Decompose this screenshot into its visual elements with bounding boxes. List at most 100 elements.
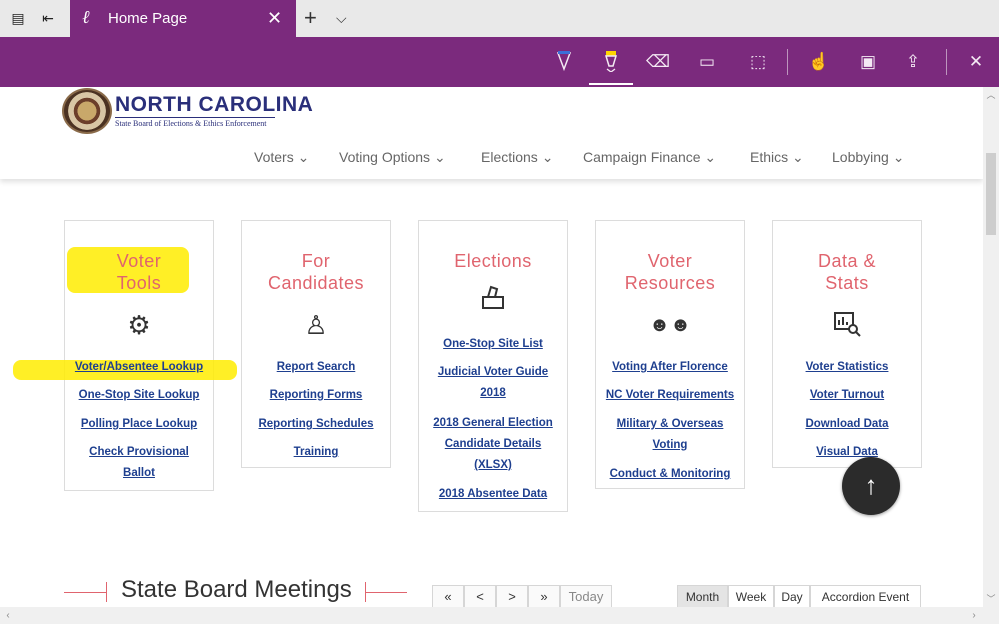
link-polling-place-lookup[interactable]: Polling Place Lookup [65,417,213,431]
link-xlsx[interactable]: (XLSX) [419,458,567,472]
link-judicial-voter-guide-2018[interactable]: 2018 [419,386,567,400]
scroll-left-icon[interactable]: ‹ [0,607,16,624]
set-aside-tabs-icon[interactable]: ⇤ [40,10,56,26]
active-tool-indicator [589,83,633,85]
link-military-overseas[interactable]: Military & Overseas [596,417,744,431]
back-to-top-button[interactable]: ↑ [842,457,900,515]
link-voting-after-florence[interactable]: Voting After Florence [596,360,744,374]
card-title-line: Resources [624,273,716,293]
nav-campaign-finance[interactable]: Campaign Finance ⌄ [583,147,716,167]
toolbar-separator [787,49,788,75]
chart-search-glyph [834,312,861,337]
site-header: NORTH CAROLINA State Board of Elections … [0,87,983,179]
card-data-stats: Data & Stats Voter Statistics Voter Turn… [772,220,922,468]
view-day-button[interactable]: Day [774,585,810,607]
gears-icon: ⚙ [127,310,151,340]
save-icon[interactable]: ▣ [855,50,881,74]
tab-title: Home Page [108,10,188,27]
logo-title[interactable]: NORTH CAROLINA [115,93,313,117]
new-tab-button[interactable]: + [304,6,317,30]
link-conduct-monitoring[interactable]: Conduct & Monitoring [596,467,744,481]
nav-voters[interactable]: Voters ⌄ [254,147,309,167]
link-candidate-details[interactable]: Candidate Details [419,437,567,451]
candidate-podium-icon: ♙ [304,310,328,340]
view-accordion-event-button[interactable]: Accordion Event [810,585,921,607]
card-title-line: For [301,251,331,271]
link-visual-data[interactable]: Visual Data [773,445,921,459]
active-tab[interactable]: ℓ Home Page ✕ [70,0,296,37]
logo-subtitle: State Board of Elections & Ethics Enforc… [115,117,275,128]
card-title-line: Voter [647,251,693,271]
nav-ethics[interactable]: Ethics ⌄ [750,147,804,167]
link-military-overseas-voting[interactable]: Voting [596,438,744,452]
ballpoint-pen-glyph [556,51,572,72]
card-voter-resources: Voter Resources ☻☻ Voting After Florence… [595,220,745,489]
highlighter-glyph [604,51,618,73]
ballot-box-icon [419,283,567,316]
meetings-rule-tick [106,582,107,602]
link-one-stop-site-lookup[interactable]: One-Stop Site Lookup [65,388,213,402]
card-title-line: Tools [116,273,162,293]
calendar-today-button[interactable]: Today [560,585,612,607]
highlighter-icon[interactable] [598,50,624,74]
web-page: NORTH CAROLINA State Board of Elections … [0,87,983,607]
calendar-prev-button[interactable]: < [464,585,496,607]
calendar-next-button[interactable]: > [496,585,528,607]
card-elections: Elections One-Stop Site List Judicial Vo… [418,220,568,512]
link-voter-turnout[interactable]: Voter Turnout [773,388,921,402]
link-voter-absentee-lookup[interactable]: Voter/Absentee Lookup [65,360,213,374]
link-check-provisional[interactable]: Check Provisional [65,445,213,459]
meetings-rule-left [64,592,106,593]
tab-list-button[interactable]: ⌵ [336,8,347,28]
tab-actions-icon[interactable]: ▤ [10,10,26,26]
state-seal-logo[interactable] [62,88,112,134]
ballpoint-pen-icon[interactable] [551,50,577,74]
calendar-next-year-button[interactable]: » [528,585,560,607]
ballot-box-glyph [482,285,504,309]
share-icon[interactable]: ⇪ [900,50,926,74]
link-training[interactable]: Training [242,445,390,459]
touch-writing-icon[interactable]: ☝ [806,50,832,74]
eraser-icon[interactable]: ⌫ [645,50,671,74]
scroll-up-icon[interactable]: ︿ [983,87,999,103]
card-title-line: Voter [116,251,162,271]
scroll-down-icon[interactable]: ﹀ [983,591,999,607]
close-tab-button[interactable]: ✕ [267,8,282,28]
link-2018-absentee-data[interactable]: 2018 Absentee Data [419,487,567,501]
people-icon: ☻☻ [648,314,692,336]
link-nc-voter-requirements[interactable]: NC Voter Requirements [596,388,744,402]
view-month-button[interactable]: Month [677,585,728,607]
browser-window: ▤ ⇤ ℓ Home Page ✕ + ⌵ ⌫ ▭ ⬚ ☝ ▣ ⇪ ✕ NORT… [0,0,999,624]
horizontal-scrollbar[interactable]: ‹ › [0,607,999,624]
ink-pen-icon: ℓ [82,7,90,28]
clip-icon[interactable]: ⬚ [745,50,771,74]
link-download-data[interactable]: Download Data [773,417,921,431]
card-title-line: Stats [825,273,869,293]
card-title-line: Elections [454,251,532,271]
card-title-line: Data & [817,251,877,271]
tab-bar: ▤ ⇤ ℓ Home Page ✕ + ⌵ [0,0,999,37]
calendar-prev-year-button[interactable]: « [432,585,464,607]
scroll-right-icon[interactable]: › [966,607,982,624]
nav-voting-options[interactable]: Voting Options ⌄ [339,147,446,167]
card-for-candidates: For Candidates ♙ Report Search Reporting… [241,220,391,468]
add-note-icon[interactable]: ▭ [694,50,720,74]
link-2018-general-election[interactable]: 2018 General Election [419,416,567,430]
vertical-scrollbar[interactable]: ︿ ﹀ [983,87,999,607]
link-report-search[interactable]: Report Search [242,360,390,374]
nav-elections[interactable]: Elections ⌄ [481,147,553,167]
chart-search-icon [773,311,921,342]
link-voter-statistics[interactable]: Voter Statistics [773,360,921,374]
meetings-title: State Board Meetings [121,576,352,603]
exit-ink-icon[interactable]: ✕ [963,50,989,74]
card-title-line: Candidates [267,273,365,293]
nav-lobbying[interactable]: Lobbying ⌄ [832,147,904,167]
link-reporting-schedules[interactable]: Reporting Schedules [242,417,390,431]
view-week-button[interactable]: Week [728,585,774,607]
card-voter-tools: Voter Tools ⚙ Voter/Absentee Lookup One-… [13,220,237,491]
link-check-provisional-ballot[interactable]: Ballot [65,466,213,480]
vertical-scroll-thumb[interactable] [986,153,996,235]
link-reporting-forms[interactable]: Reporting Forms [242,388,390,402]
link-judicial-voter-guide[interactable]: Judicial Voter Guide [419,365,567,379]
link-one-stop-site-list[interactable]: One-Stop Site List [419,337,567,351]
